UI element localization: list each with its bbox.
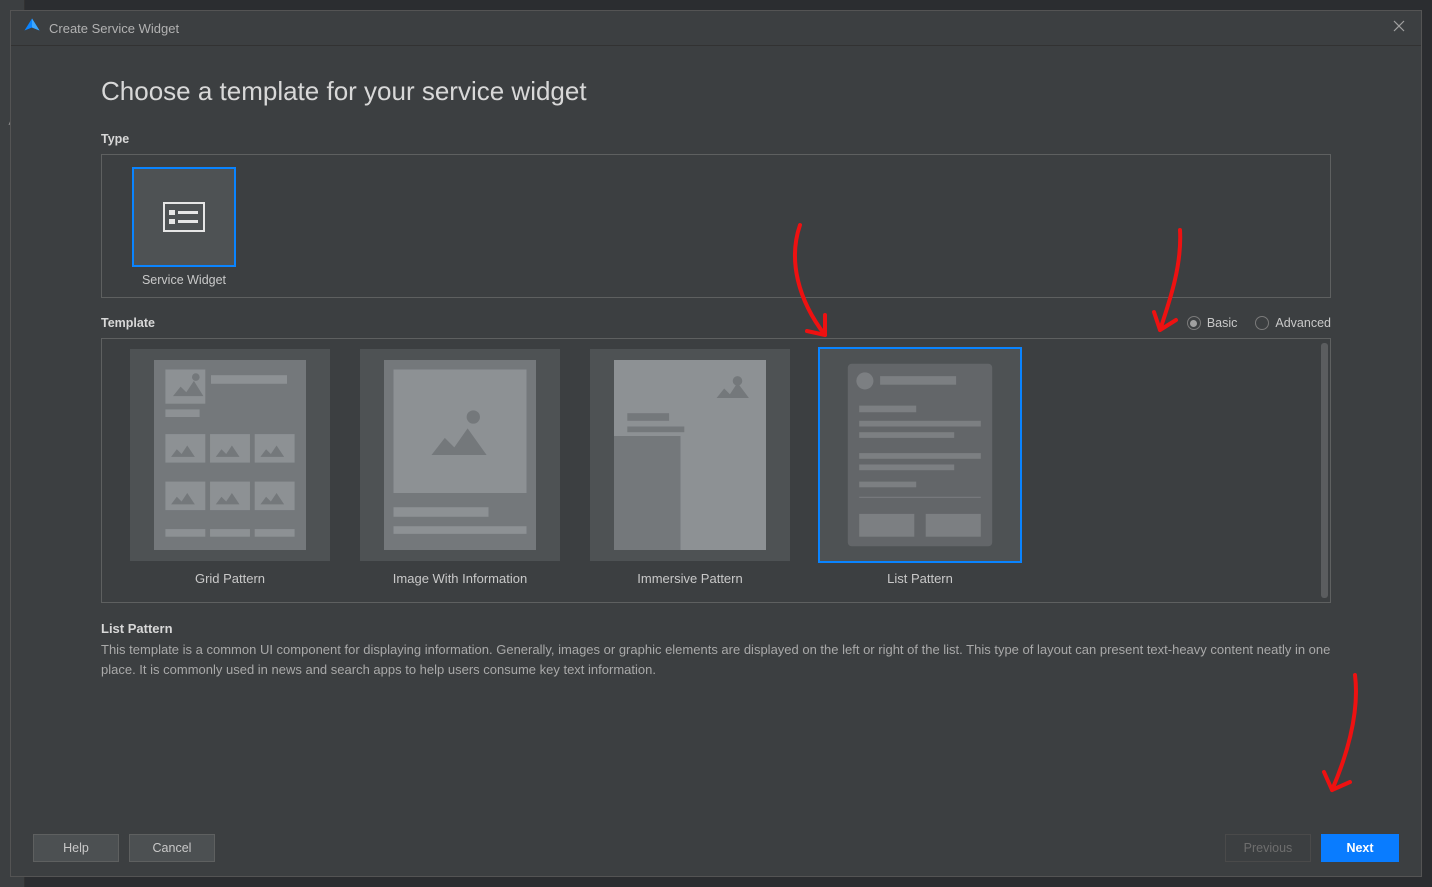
radio-basic-label: Basic [1207, 316, 1238, 330]
dialog-content: Choose a template for your service widge… [11, 46, 1421, 820]
close-button[interactable] [1389, 18, 1409, 38]
template-card-grid-pattern[interactable]: Grid Pattern [130, 349, 330, 592]
template-label: Grid Pattern [195, 561, 265, 592]
template-scrollbar[interactable] [1321, 343, 1328, 598]
dialog-footer: Help Cancel Previous Next [11, 820, 1421, 876]
immersive-pattern-thumb [590, 349, 790, 561]
image-with-information-thumb [360, 349, 560, 561]
dialog-titlebar: Create Service Widget [11, 11, 1421, 46]
type-section-label: Type [101, 132, 1331, 146]
template-label: List Pattern [887, 561, 953, 592]
devstudio-logo-icon [23, 17, 41, 40]
template-mode-radio-group: Basic Advanced [1187, 316, 1331, 330]
page-heading: Choose a template for your service widge… [101, 76, 1331, 107]
template-card-image-with-information[interactable]: Image With Information [360, 349, 560, 592]
help-button[interactable]: Help [33, 834, 119, 862]
description-body: This template is a common UI component f… [101, 640, 1331, 679]
type-card-label: Service Widget [142, 267, 226, 297]
radio-circle-icon [1255, 316, 1269, 330]
template-label: Image With Information [393, 561, 527, 592]
template-options-box: Grid Pattern Image With Information [101, 338, 1331, 603]
template-card-immersive-pattern[interactable]: Immersive Pattern [590, 349, 790, 592]
list-pattern-thumb [820, 349, 1020, 561]
radio-advanced-label: Advanced [1275, 316, 1331, 330]
grid-pattern-thumb [130, 349, 330, 561]
description-title: List Pattern [101, 621, 1331, 636]
radio-basic[interactable]: Basic [1187, 316, 1238, 330]
service-widget-thumb [132, 167, 236, 267]
type-card-service-widget[interactable]: Service Widget [130, 167, 238, 297]
next-button[interactable]: Next [1321, 834, 1399, 862]
type-options-box: Service Widget [101, 154, 1331, 298]
template-card-list-pattern[interactable]: List Pattern [820, 349, 1020, 592]
dialog-title: Create Service Widget [49, 21, 179, 36]
template-label: Immersive Pattern [637, 561, 742, 592]
radio-advanced[interactable]: Advanced [1255, 316, 1331, 330]
template-description: List Pattern This template is a common U… [101, 621, 1331, 679]
create-service-widget-dialog: Create Service Widget Choose a template … [10, 10, 1422, 877]
close-icon [1392, 19, 1406, 38]
template-section-label: Template [101, 316, 155, 330]
cancel-button[interactable]: Cancel [129, 834, 215, 862]
previous-button: Previous [1225, 834, 1311, 862]
template-header: Template Basic Advanced [101, 316, 1331, 330]
radio-circle-icon [1187, 316, 1201, 330]
